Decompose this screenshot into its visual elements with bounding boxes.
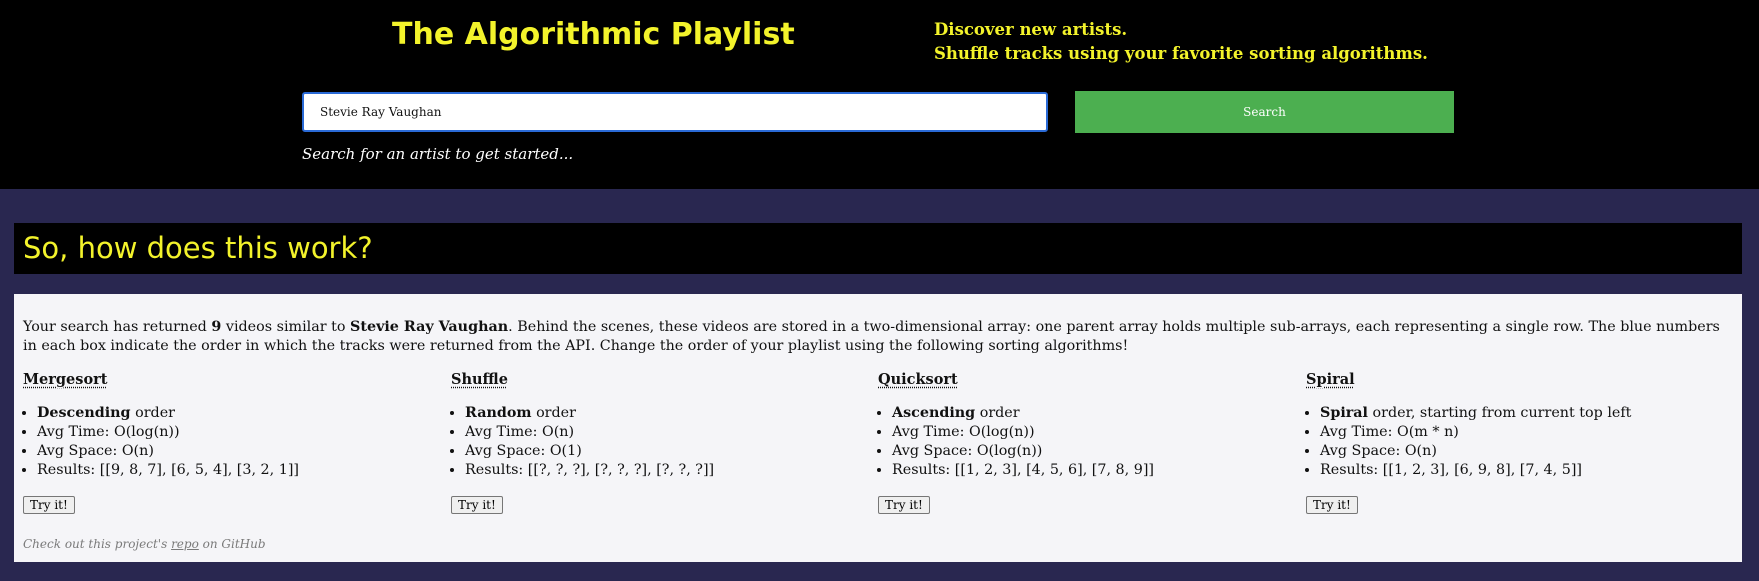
algorithm-title[interactable]: Spiral (1306, 371, 1355, 388)
how-it-works-header: So, how does this work? (14, 223, 1742, 274)
top-bar: The Algorithmic Playlist Discover new ar… (0, 0, 1759, 189)
order-text: order (975, 405, 1020, 421)
footer-text-pre: Check out this project's (23, 537, 172, 551)
algorithm-title[interactable]: Mergesort (23, 371, 107, 388)
algorithm-order: Ascending order (892, 404, 1298, 423)
tagline-line-1: Discover new artists. (934, 20, 1128, 39)
algorithm-results: Results: [[1, 2, 3], [4, 5, 6], [7, 8, 9… (892, 461, 1298, 480)
order-label: Spiral (1320, 405, 1368, 421)
algorithm-space: Avg Space: O(log(n)) (892, 442, 1298, 461)
algorithm-time: Avg Time: O(log(n)) (37, 423, 443, 442)
intro-paragraph: Your search has returned 9 videos simila… (23, 318, 1735, 356)
how-it-works-title: So, how does this work? (23, 231, 373, 265)
order-label: Random (465, 405, 532, 421)
algorithm-spiral: Spiral Spiral order, starting from curre… (1306, 369, 1726, 514)
search-hint: Search for an artist to get started... (302, 145, 574, 163)
intro-text-2: videos similar to (221, 319, 351, 335)
try-quicksort-button[interactable]: Try it! (878, 496, 930, 514)
algorithm-time: Avg Time: O(log(n)) (892, 423, 1298, 442)
algorithm-time: Avg Time: O(n) (465, 423, 871, 442)
algorithm-quicksort: Quicksort Ascending order Avg Time: O(lo… (878, 369, 1298, 514)
algorithm-details: Random order Avg Time: O(n) Avg Space: O… (451, 404, 871, 480)
result-count: 9 (211, 319, 222, 335)
algorithm-details: Spiral order, starting from current top … (1306, 404, 1726, 480)
algorithm-space: Avg Space: O(n) (1320, 442, 1726, 461)
tagline: Discover new artists. Shuffle tracks usi… (934, 18, 1428, 66)
algorithm-space: Avg Space: O(n) (37, 442, 443, 461)
algorithm-results: Results: [[1, 2, 3], [6, 9, 8], [7, 4, 5… (1320, 461, 1726, 480)
algorithm-mergesort: Mergesort Descending order Avg Time: O(l… (23, 369, 443, 514)
algorithm-title[interactable]: Quicksort (878, 371, 958, 388)
order-text: order (531, 405, 576, 421)
algorithm-results: Results: [[9, 8, 7], [6, 5, 4], [3, 2, 1… (37, 461, 443, 480)
algorithm-title[interactable]: Shuffle (451, 371, 508, 388)
footer-text-post: on GitHub (198, 537, 266, 551)
algorithm-order: Spiral order, starting from current top … (1320, 404, 1726, 423)
order-label: Ascending (892, 405, 976, 421)
artist-search-input[interactable] (302, 92, 1048, 132)
try-spiral-button[interactable]: Try it! (1306, 496, 1358, 514)
algorithm-details: Ascending order Avg Time: O(log(n)) Avg … (878, 404, 1298, 480)
order-text: order, starting from current top left (1367, 405, 1632, 421)
order-text: order (130, 405, 175, 421)
artist-name: Stevie Ray Vaughan (350, 319, 509, 335)
algorithm-shuffle: Shuffle Random order Avg Time: O(n) Avg … (451, 369, 871, 514)
search-button[interactable]: Search (1075, 91, 1454, 133)
algorithm-time: Avg Time: O(m * n) (1320, 423, 1726, 442)
algorithm-details: Descending order Avg Time: O(log(n)) Avg… (23, 404, 443, 480)
algorithm-order: Random order (465, 404, 871, 423)
repo-link[interactable]: repo (171, 537, 199, 551)
footer-note: Check out this project's repo on GitHub (23, 537, 266, 551)
tagline-line-2: Shuffle tracks using your favorite sorti… (934, 44, 1428, 63)
intro-text-1: Your search has returned (23, 319, 212, 335)
app-title: The Algorithmic Playlist (392, 17, 795, 52)
explanation-panel: Your search has returned 9 videos simila… (14, 294, 1742, 562)
algorithm-results: Results: [[?, ?, ?], [?, ?, ?], [?, ?, ?… (465, 461, 871, 480)
algorithm-order: Descending order (37, 404, 443, 423)
order-label: Descending (37, 405, 131, 421)
algorithm-space: Avg Space: O(1) (465, 442, 871, 461)
try-shuffle-button[interactable]: Try it! (451, 496, 503, 514)
try-mergesort-button[interactable]: Try it! (23, 496, 75, 514)
